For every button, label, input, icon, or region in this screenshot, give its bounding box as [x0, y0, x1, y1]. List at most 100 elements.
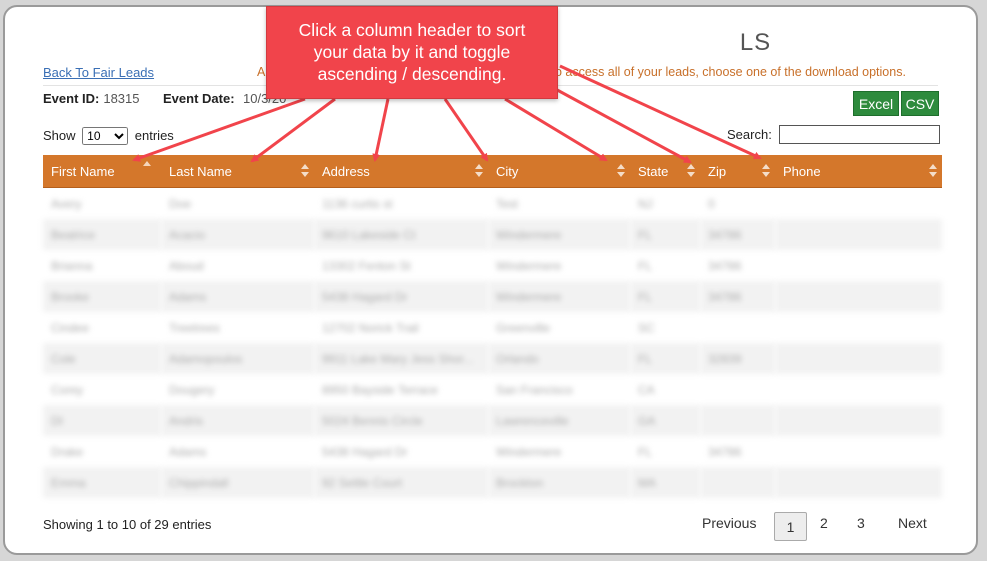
table-row: Beatrice Acacio 9610 Lakeside Ct Windermere…: [43, 219, 942, 250]
sort-icon: [687, 164, 695, 178]
table-cell: Brockton: [488, 467, 630, 498]
table-cell: GA: [630, 405, 700, 436]
table-cell: [775, 312, 942, 343]
table-cell: Dougery: [169, 382, 215, 397]
table-cell: 34786: [700, 281, 775, 312]
table-cell: FL: [638, 258, 653, 273]
table-cell: Drake: [51, 444, 84, 459]
csv-download-button[interactable]: CSV: [901, 91, 939, 116]
table-cell: Orlando: [488, 343, 630, 374]
sort-icon: [301, 164, 309, 178]
pagination-page-1[interactable]: 1: [774, 512, 807, 541]
pagination-page-3[interactable]: 3: [857, 515, 865, 531]
table-cell: Andris: [161, 405, 314, 436]
table-cell: Windermere: [488, 281, 630, 312]
table-row: Corey Dougery 8950 Bayside Terrace San Fran…: [43, 374, 942, 405]
sort-ascending-icon: [143, 161, 151, 166]
table-row: Emma Chippindall 92 Settle Court Brockton MA: [43, 467, 942, 498]
table-cell: Emma: [43, 467, 161, 498]
pagination-page-2[interactable]: 2: [820, 515, 828, 531]
table-cell: Aboud: [169, 258, 204, 273]
table-cell: Greenville: [496, 320, 551, 335]
table-cell: San Francisco: [496, 382, 573, 397]
search-control: Search:: [727, 125, 940, 144]
table-cell: NJ: [638, 196, 653, 211]
table-cell: 34786: [700, 219, 775, 250]
table-cell: [775, 250, 942, 281]
table-cell: 13302 Fenton St: [322, 258, 411, 273]
table-cell: Adamopoulos: [161, 343, 314, 374]
table-cell: Acacio: [161, 219, 314, 250]
length-control: Show 10 entries: [43, 127, 174, 145]
table-cell: 34786: [708, 258, 742, 273]
table-row: Brooke Adams 5438 Hagard Dr Windermere FL 347…: [43, 281, 942, 312]
table-cell: 5024 Bennis Circle: [314, 405, 488, 436]
column-header-zip[interactable]: Zip: [700, 155, 775, 188]
column-header-first-name[interactable]: First Name: [43, 155, 161, 188]
table-row: Cindee Treetrees 12702 Norick Trail Greenvi…: [43, 312, 942, 343]
column-header-phone[interactable]: Phone: [775, 155, 942, 188]
table-cell: 9610 Lakeside Ct: [314, 219, 488, 250]
table-body: Avery Doe 1136 curtis st Test NJ 0 Beatrice Aca…: [43, 188, 942, 498]
table-row: Avery Doe 1136 curtis st Test NJ 0: [43, 188, 942, 220]
table-row: DI Andris 5024 Bennis Circle Lawrenceville G…: [43, 405, 942, 436]
table-cell: Adams: [169, 444, 207, 459]
back-to-fair-leads-link[interactable]: Back To Fair Leads: [43, 65, 154, 80]
table-cell: 34786: [708, 444, 742, 459]
table-cell: 5438 Hagard Dr: [322, 444, 408, 459]
table-cell: Beatrice: [43, 219, 161, 250]
sort-icon: [475, 164, 483, 178]
table-cell: FL: [630, 219, 700, 250]
column-header-city[interactable]: City: [488, 155, 630, 188]
pagination-next[interactable]: Next: [898, 515, 927, 531]
table-cell: 0: [708, 196, 715, 211]
table-cell: Cindee: [51, 320, 90, 335]
table-cell: [775, 281, 942, 312]
table-cell: 32839: [700, 343, 775, 374]
table-cell: Brianna: [51, 258, 93, 273]
search-input[interactable]: [779, 125, 940, 144]
column-header-state[interactable]: State: [630, 155, 700, 188]
table-cell: Adams: [161, 281, 314, 312]
sort-help-callout: Click a column header to sort your data …: [266, 6, 558, 99]
table-cell: [775, 436, 942, 467]
table-cell: [775, 405, 942, 436]
table-cell: Treetrees: [169, 320, 220, 335]
table-cell: [775, 467, 942, 498]
leads-table: First Name Last Name Address City State …: [43, 155, 942, 498]
entries-select[interactable]: 10: [82, 127, 129, 145]
search-label: Search:: [727, 127, 772, 142]
table-cell: FL: [630, 281, 700, 312]
table-cell: Avery: [51, 196, 82, 211]
table-cell: FL: [638, 444, 653, 459]
table-cell: [775, 188, 942, 220]
table-row: Drake Adams 5438 Hagard Dr Windermere FL 3478…: [43, 436, 942, 467]
event-id: Event ID: 18315: [43, 91, 140, 106]
table-cell: SC: [638, 320, 655, 335]
table-cell: [775, 343, 942, 374]
table-cell: Cole: [43, 343, 161, 374]
table-cell: Doe: [169, 196, 192, 211]
table-cell: CA: [638, 382, 655, 397]
event-date-label: Event Date:: [163, 91, 235, 106]
table-cell: [775, 219, 942, 250]
table-cell: 5438 Hagard Dr: [314, 281, 488, 312]
entries-label: entries: [134, 128, 174, 143]
table-cell: [700, 405, 775, 436]
table-cell: Corey: [51, 382, 84, 397]
pagination-previous[interactable]: Previous: [702, 515, 756, 531]
table-cell: Test: [496, 196, 519, 211]
column-header-last-name[interactable]: Last Name: [161, 155, 314, 188]
table-cell: 8950 Bayside Terrace: [322, 382, 438, 397]
table-cell: 9911 Lake Mary Jess Shor...: [314, 343, 488, 374]
excel-download-button[interactable]: Excel: [853, 91, 899, 116]
table-cell: [775, 374, 942, 405]
column-header-address[interactable]: Address: [314, 155, 488, 188]
table-row: Brianna Aboud 13302 Fenton St Windermere FL 3…: [43, 250, 942, 281]
table-cell: 12702 Norick Trail: [322, 320, 419, 335]
table-cell: 92 Settle Court: [314, 467, 488, 498]
table-cell: Windermere: [496, 258, 562, 273]
table-cell: Brooke: [43, 281, 161, 312]
table-cell: FL: [630, 343, 700, 374]
header-row: First Name Last Name Address City State …: [43, 155, 942, 188]
